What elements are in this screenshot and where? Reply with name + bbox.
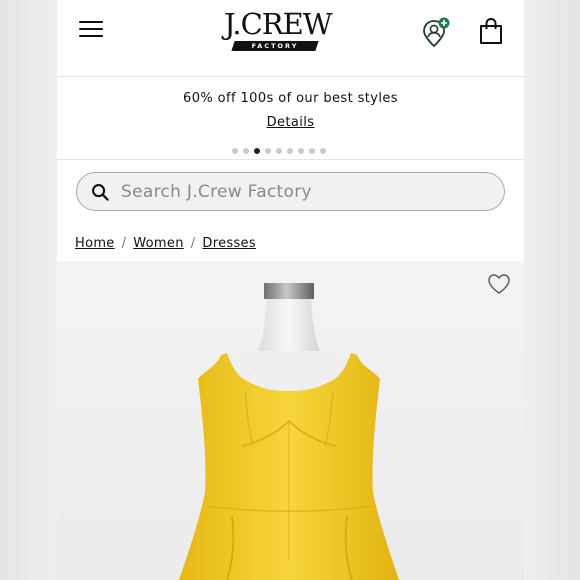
site-header: J.CREW FACTORY — [57, 0, 524, 77]
product-image — [179, 283, 399, 580]
carousel-dot[interactable] — [232, 148, 238, 154]
carousel-dot[interactable] — [298, 148, 304, 154]
page: J.CREW FACTORY 60% off 100s of our best … — [57, 0, 524, 580]
carousel-dot[interactable] — [287, 148, 293, 154]
shopping-bag-button[interactable] — [476, 16, 506, 46]
logo-wordmark: J.CREW — [224, 7, 333, 41]
carousel-dot[interactable] — [254, 148, 260, 154]
logo-subtitle: FACTORY — [251, 42, 299, 50]
breadcrumb: Home / Women / Dresses — [75, 236, 256, 251]
breadcrumb-women[interactable]: Women — [133, 236, 183, 251]
breadcrumb-separator: / — [190, 236, 196, 251]
carousel-dot[interactable] — [309, 148, 315, 154]
carousel-dots — [232, 148, 326, 156]
breadcrumb-home[interactable]: Home — [75, 236, 115, 251]
product-image-area[interactable] — [57, 261, 524, 580]
heart-outline-icon — [488, 274, 510, 294]
breadcrumb-separator: / — [121, 236, 127, 251]
menu-button[interactable] — [77, 18, 105, 40]
promo-banner: 60% off 100s of our best styles Details — [57, 77, 524, 160]
carousel-dot[interactable] — [265, 148, 271, 154]
carousel-dot[interactable] — [276, 148, 282, 154]
shopping-bag-icon — [480, 17, 502, 44]
carousel-dot[interactable] — [320, 148, 326, 154]
brand-logo[interactable]: J.CREW FACTORY — [223, 8, 337, 56]
hamburger-menu-icon — [79, 21, 103, 23]
search-icon — [92, 184, 109, 201]
search-bar[interactable] — [76, 172, 505, 211]
search-input[interactable] — [121, 173, 491, 210]
breadcrumb-dresses[interactable]: Dresses — [202, 236, 255, 251]
promo-text: 60% off 100s of our best styles — [183, 91, 398, 106]
promo-details-link[interactable]: Details — [267, 115, 315, 130]
wishlist-button[interactable] — [487, 273, 511, 295]
account-button[interactable] — [421, 17, 453, 49]
background-right — [524, 0, 580, 580]
background-left — [0, 0, 57, 580]
carousel-dot[interactable] — [243, 148, 249, 154]
account-location-icon — [423, 17, 450, 48]
